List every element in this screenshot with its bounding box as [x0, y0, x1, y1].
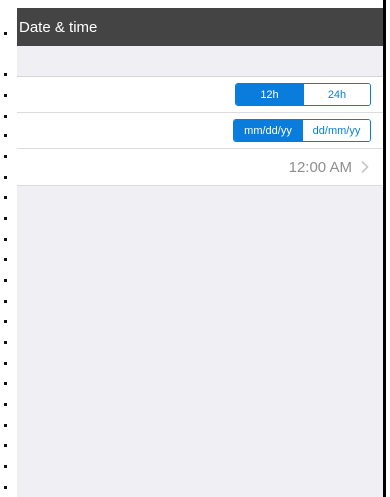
edge-mark — [4, 238, 7, 241]
section-spacer — [17, 46, 383, 77]
time-value: 12:00 AM — [288, 158, 352, 176]
chevron-right-icon — [361, 161, 369, 173]
edge-mark — [4, 382, 7, 385]
screen: Date & time 12h 24h mm/dd/yy dd/mm/yy 12… — [0, 0, 390, 497]
navigation-bar: Date & time — [17, 8, 383, 46]
edge-mark — [4, 196, 7, 199]
settings-content: 12h 24h mm/dd/yy dd/mm/yy 12:00 AM — [17, 46, 383, 497]
edge-mark — [4, 341, 7, 344]
edge-mark — [4, 320, 7, 323]
clock-12h-button[interactable]: 12h — [236, 84, 303, 105]
clock-format-row: 12h 24h — [17, 77, 383, 113]
date-mmddyy-button[interactable]: mm/dd/yy — [234, 120, 302, 141]
edge-mark — [4, 94, 7, 97]
edge-mark — [4, 444, 7, 447]
edge-mark — [4, 486, 7, 489]
left-edge-strip — [0, 0, 17, 497]
edge-mark — [4, 465, 7, 468]
edge-mark — [4, 403, 7, 406]
edge-mark — [4, 258, 7, 261]
time-row[interactable]: 12:00 AM — [17, 149, 383, 186]
edge-mark — [4, 424, 7, 427]
edge-mark — [4, 217, 7, 220]
date-format-segmented-control: mm/dd/yy dd/mm/yy — [233, 119, 371, 142]
edge-mark — [4, 300, 7, 303]
page-title: Date & time — [19, 18, 98, 36]
edge-mark — [4, 176, 7, 179]
edge-mark — [4, 115, 7, 118]
edge-mark — [4, 362, 7, 365]
edge-mark — [4, 73, 7, 76]
edge-mark — [4, 279, 7, 282]
right-edge-border — [383, 0, 386, 497]
clock-format-segmented-control: 12h 24h — [235, 83, 371, 106]
date-format-row: mm/dd/yy dd/mm/yy — [17, 113, 383, 149]
date-ddmmyy-button[interactable]: dd/mm/yy — [302, 120, 370, 141]
edge-mark — [4, 32, 7, 35]
edge-mark — [4, 134, 7, 137]
clock-24h-button[interactable]: 24h — [303, 84, 370, 105]
edge-mark — [4, 155, 7, 158]
